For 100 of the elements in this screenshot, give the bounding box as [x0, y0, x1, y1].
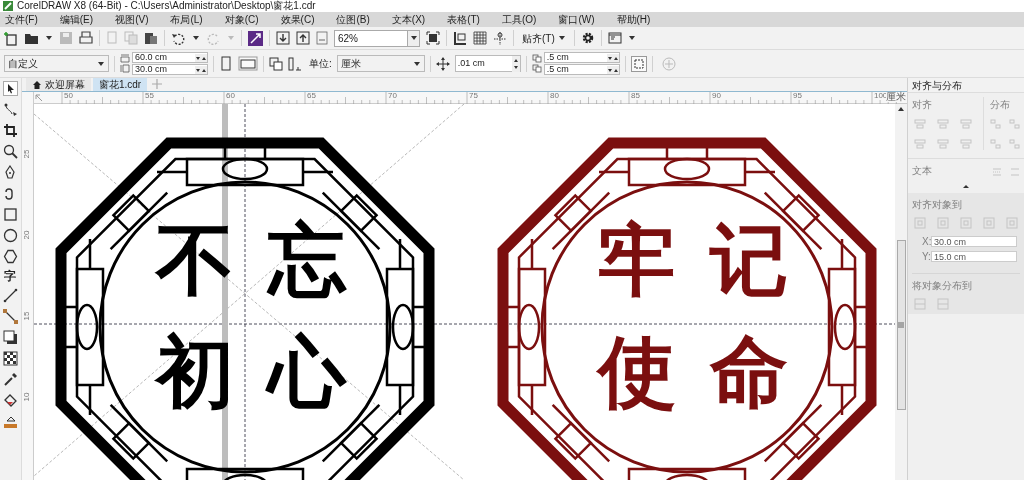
spinner-arrows-icon: [606, 65, 619, 74]
ruler-label: 15: [23, 311, 32, 321]
publish-icon[interactable]: [248, 30, 263, 46]
menu-item[interactable]: 帮助(H): [616, 14, 651, 25]
eyedropper-icon[interactable]: [2, 372, 18, 387]
new-document-icon[interactable]: [4, 30, 18, 46]
export-icon[interactable]: [296, 31, 310, 45]
coordinate-label: X:: [922, 235, 930, 249]
menu-item[interactable]: 窗口(W): [558, 14, 595, 25]
ellipse-icon[interactable]: [2, 228, 18, 243]
snap-dropdown[interactable]: 贴齐(T): [520, 30, 568, 46]
menu-item[interactable]: 编辑(E): [59, 14, 94, 25]
rectangle-icon[interactable]: [2, 207, 18, 222]
calligraphy-character[interactable]: 使: [597, 328, 676, 416]
window-icon[interactable]: [607, 31, 622, 45]
portrait-page-icon[interactable]: [219, 56, 233, 71]
pointer-icon[interactable]: [2, 81, 18, 96]
page-size-dropdown[interactable]: 自定义: [4, 55, 109, 72]
section-label: 将对象分布到: [912, 273, 1020, 293]
menu-item[interactable]: 对象(C): [224, 14, 259, 25]
smart-fill-icon[interactable]: [2, 414, 18, 429]
calligraphy-character[interactable]: 不: [155, 216, 234, 304]
paste-icon[interactable]: [144, 31, 158, 45]
window-title: CorelDRAW X8 (64-Bit) - C:\Users\Administrator\Desktop\窗花1.cdr: [17, 1, 316, 11]
document-tab[interactable]: 窗花1.cdr: [92, 78, 148, 91]
ruler-unit: 厘米: [886, 92, 906, 102]
ruler-label: 20: [23, 230, 32, 240]
menu-item[interactable]: 表格(T): [447, 14, 480, 25]
landscape-page-icon[interactable]: [238, 56, 258, 71]
fill-bucket-icon[interactable]: [2, 393, 18, 408]
pen-icon[interactable]: [2, 165, 18, 180]
coordinate-label: Y:: [922, 250, 930, 264]
ruler-label: 55: [144, 92, 154, 100]
zoom-dropdown[interactable]: 62%: [334, 29, 420, 47]
pages-icon[interactable]: [269, 56, 283, 71]
search-icon[interactable]: [2, 144, 18, 159]
nudge-field[interactable]: .01 cm: [454, 55, 521, 72]
guidelines-icon[interactable]: [493, 31, 507, 45]
window-lattice-drawing[interactable]: [497, 137, 877, 480]
caret-icon: [412, 60, 421, 67]
offset-y-icon: [531, 64, 542, 73]
ruler-label: 75: [468, 92, 478, 100]
full-screen-icon[interactable]: [426, 31, 440, 45]
caret-icon: [97, 60, 105, 67]
window-lattice-drawing[interactable]: [55, 137, 435, 480]
calligraphy-character[interactable]: 牢: [597, 216, 676, 304]
calligraphy-character[interactable]: 记: [709, 216, 788, 304]
caret-icon[interactable]: [45, 35, 53, 41]
menu-item[interactable]: 文本(X): [391, 14, 426, 25]
section-label: 对齐: [912, 98, 933, 112]
menu-item[interactable]: 文件(F): [5, 14, 38, 25]
grid-icon[interactable]: [473, 31, 487, 45]
crop-icon[interactable]: [2, 123, 18, 138]
drop-shadow-icon[interactable]: [2, 330, 18, 345]
page-width-icon: [120, 54, 130, 63]
ruler-label: 85: [630, 92, 640, 100]
ruler-label: 10: [23, 392, 32, 402]
guideline[interactable]: [244, 104, 246, 480]
calligraphy-character[interactable]: 心: [267, 328, 346, 416]
calligraphy-character[interactable]: 初: [155, 328, 234, 416]
section-label: 分布: [989, 98, 1011, 112]
guideline[interactable]: [33, 323, 895, 325]
page-height-field[interactable]: 30.0 cm: [132, 64, 208, 75]
settings-icon[interactable]: [580, 31, 595, 45]
unit-dropdown[interactable]: 厘米: [336, 55, 425, 72]
polygon-icon[interactable]: [2, 249, 18, 264]
page-width-field[interactable]: 60.0 cm: [132, 52, 208, 63]
unit-label: 单位:: [309, 57, 332, 71]
text-tool[interactable]: 字: [4, 270, 17, 282]
menu-item[interactable]: 工具(O): [501, 14, 537, 25]
panel-title: 对齐与分布: [908, 78, 1024, 93]
menu-item[interactable]: 位图(B): [336, 14, 370, 25]
nudge-icon[interactable]: [435, 56, 450, 71]
transparency-icon[interactable]: [2, 351, 18, 366]
line-icon[interactable]: [2, 288, 18, 303]
print-icon[interactable]: [79, 31, 93, 45]
import-icon[interactable]: [276, 31, 290, 45]
scroll-up-icon[interactable]: [897, 106, 905, 112]
shape-tool-icon[interactable]: [2, 102, 18, 117]
connector-icon[interactable]: [2, 309, 18, 324]
caret-icon[interactable]: [627, 35, 636, 41]
menu-item[interactable]: 布局(L): [170, 14, 203, 25]
document-tab[interactable]: 欢迎屏幕: [25, 78, 91, 91]
menu-item[interactable]: 视图(V): [115, 14, 149, 25]
spinner-arrows-icon: [195, 53, 207, 62]
ruler-label: 50: [63, 92, 73, 100]
ruler-label: 80: [549, 92, 559, 100]
ruler-label: 90: [711, 92, 721, 100]
page-border-icon[interactable]: [288, 56, 302, 71]
calligraphy-character[interactable]: 命: [709, 328, 788, 416]
menu-item[interactable]: 效果(C): [280, 14, 315, 25]
ruler-origin-icon[interactable]: [34, 94, 43, 102]
spinner-arrows-icon: [511, 55, 520, 72]
caret-icon[interactable]: [192, 35, 200, 41]
home-icon: [31, 79, 42, 90]
caret-icon[interactable]: [409, 35, 418, 41]
scrollbar-thumb[interactable]: [896, 240, 906, 410]
calligraphy-character[interactable]: 忘: [267, 216, 346, 304]
rulers-icon[interactable]: [453, 31, 467, 45]
bounding-box-icon[interactable]: [630, 55, 647, 72]
